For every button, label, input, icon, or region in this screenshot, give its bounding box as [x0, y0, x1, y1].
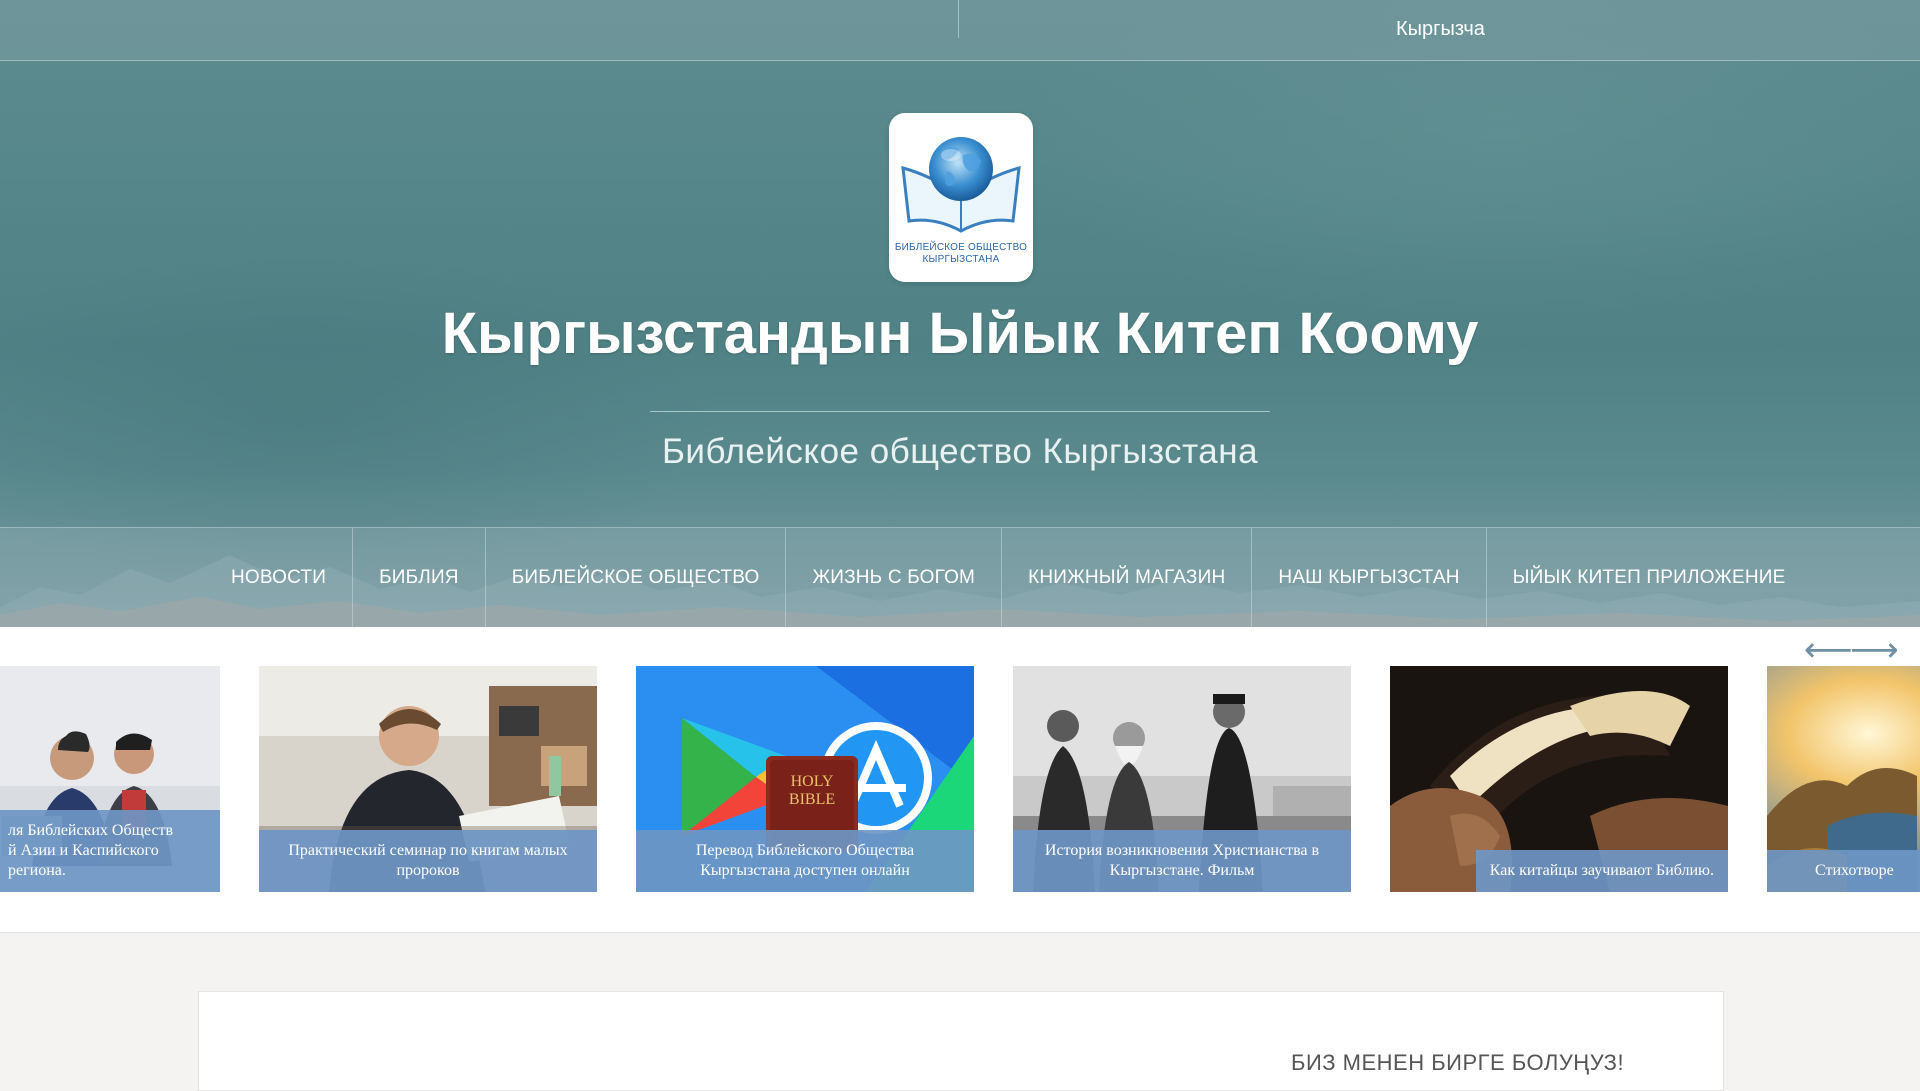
- main-navigation: НОВОСТИ БИБЛИЯ БИБЛЕЙСКОЕ ОБЩЕСТВО ЖИЗНЬ…: [0, 527, 1920, 627]
- carousel-slide[interactable]: Практический семинар по книгам малых про…: [259, 666, 597, 892]
- carousel-slide[interactable]: Стихотворе: [1767, 666, 1920, 892]
- nav-items: НОВОСТИ БИБЛИЯ БИБЛЕЙСКОЕ ОБЩЕСТВО ЖИЗНЬ…: [205, 528, 1812, 627]
- site-title: Кыргызстандын Ыйык Китеп Коому: [441, 301, 1479, 366]
- carousel-slide[interactable]: ля Библейских Обществ й Азии и Каспийско…: [0, 666, 220, 892]
- nav-item-bookstore[interactable]: КНИЖНЫЙ МАГАЗИН: [1002, 528, 1253, 627]
- logo-text-line1: БИБЛЕЙСКОЕ ОБЩЕСТВО: [894, 242, 1028, 253]
- nav-item-bible-society[interactable]: БИБЛЕЙСКОЕ ОБЩЕСТВО: [486, 528, 787, 627]
- logo-text-line2: КЫРГЫЗСТАНА: [922, 254, 1000, 265]
- hero-header: Кыргызча БИБЛЕЙСКОЕ ОБЩЕСТВО КЫРГЫЗСТАНА…: [0, 0, 1920, 627]
- carousel-slides: ля Библейских Обществ й Азии и Каспийско…: [0, 666, 1920, 892]
- nav-item-news[interactable]: НОВОСТИ: [205, 528, 354, 627]
- title-divider: [650, 411, 1270, 412]
- svg-text:BIBLE: BIBLE: [789, 791, 835, 808]
- nav-item-bible-app[interactable]: ЫЙЫК КИТЕП ПРИЛОЖЕНИЕ: [1487, 528, 1812, 627]
- nav-item-our-kyrgyzstan[interactable]: НАШ КЫРГЫЗСТАН: [1252, 528, 1487, 627]
- join-us-heading: БИЗ МЕНЕН БИРГЕ БОЛУҢУЗ!: [1291, 1050, 1625, 1075]
- slide-caption: Стихотворе: [1767, 850, 1920, 892]
- slide-caption: Практический семинар по книгам малых про…: [259, 830, 597, 892]
- slide-caption: ля Библейских Обществ й Азии и Каспийско…: [0, 810, 220, 892]
- language-switch-link[interactable]: Кыргызча: [1396, 18, 1485, 41]
- nav-item-life-with-god[interactable]: ЖИЗНЬ С БОГОМ: [786, 528, 1003, 627]
- slide-caption: Перевод Библейского Общества Кыргызстана…: [636, 830, 974, 892]
- site-logo[interactable]: БИБЛЕЙСКОЕ ОБЩЕСТВО КЫРГЫЗСТАНА: [889, 113, 1033, 282]
- site-subtitle: Библейское общество Кыргызстана: [661, 432, 1259, 471]
- carousel-next-arrow-icon[interactable]: ⟶: [1850, 633, 1899, 667]
- nav-item-bible[interactable]: БИБЛИЯ: [353, 528, 486, 627]
- content-card: [198, 991, 1724, 1091]
- slide-caption: Как китайцы заучивают Библию.: [1475, 850, 1728, 892]
- carousel-slide[interactable]: Как китайцы заучивают Библию.: [1390, 666, 1728, 892]
- carousel-prev-arrow-icon[interactable]: ⟵: [1804, 633, 1853, 667]
- top-bar-divider: [958, 0, 959, 38]
- svg-text:HOLY: HOLY: [791, 773, 834, 790]
- slide-caption: История возникновения Христианства в Кыр…: [1013, 830, 1351, 892]
- carousel-slide[interactable]: История возникновения Христианства в Кыр…: [1013, 666, 1351, 892]
- top-bar: Кыргызча: [0, 0, 1920, 61]
- carousel-slide[interactable]: HOLY BIBLE Перевод Библейского Общества …: [636, 666, 974, 892]
